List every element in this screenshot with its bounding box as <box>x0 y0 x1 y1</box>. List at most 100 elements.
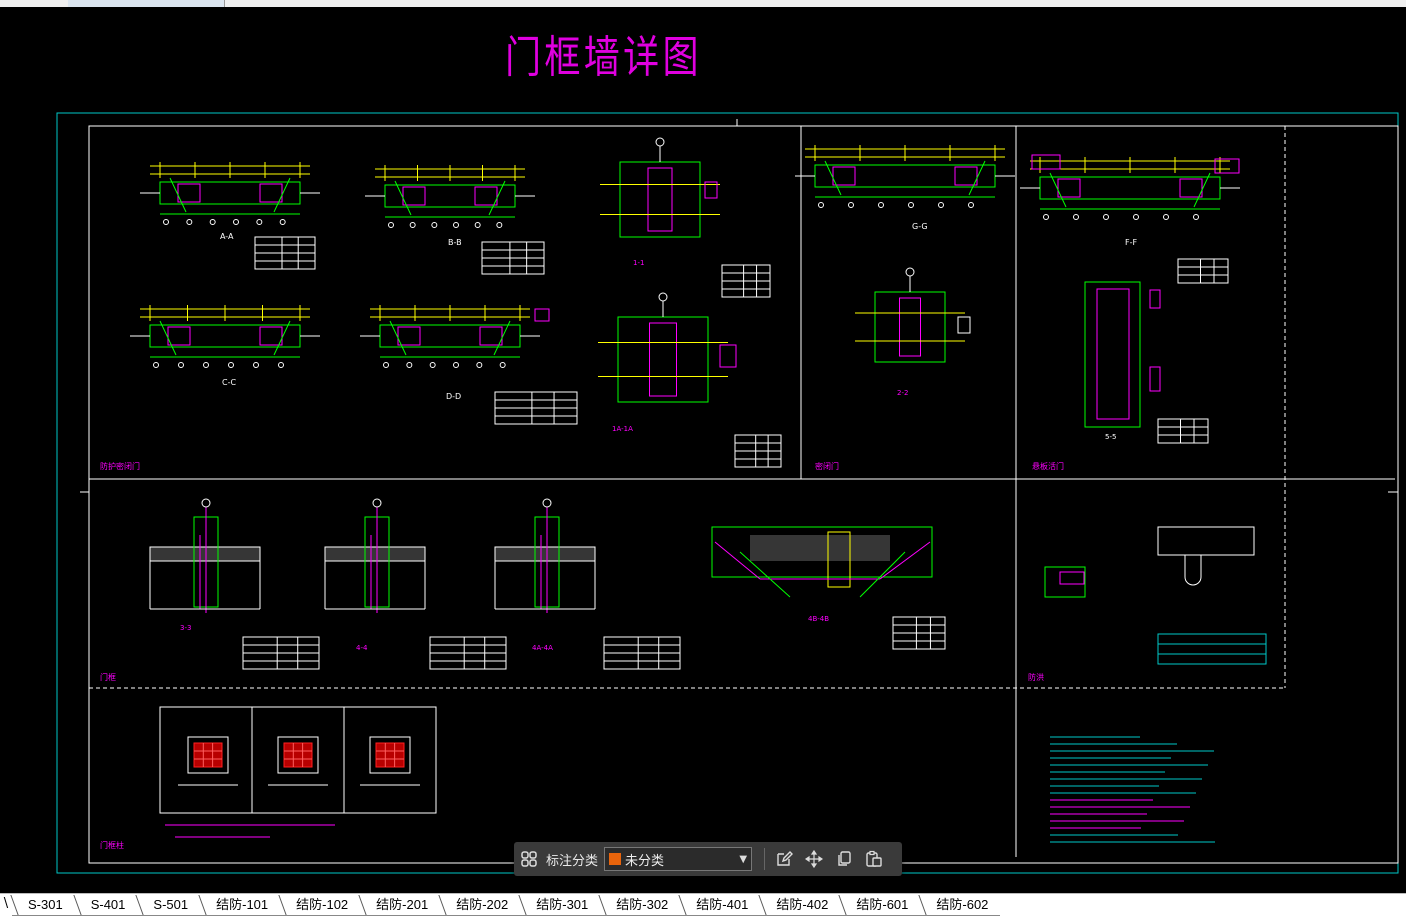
sheet-tab[interactable]: S-301 <box>12 895 75 916</box>
axis-bubble <box>938 202 944 208</box>
sheet-tab[interactable]: 结防-302 <box>600 895 681 916</box>
drawing-line <box>394 180 412 216</box>
axis-bubble <box>1043 214 1049 220</box>
axis-bubble <box>228 362 234 368</box>
axis-bubble <box>253 362 259 368</box>
drawing-label: 防洪 <box>1028 672 1044 682</box>
drawing-label: 门框 <box>100 672 116 682</box>
axis-bubble <box>1103 214 1109 220</box>
drawing-label: 1-1 <box>633 259 644 267</box>
drawing-label: 门框柱 <box>100 840 124 850</box>
toolbar-divider <box>764 848 766 870</box>
sheet-tab[interactable]: 结防-202 <box>440 895 521 916</box>
annotation-toolbar: 标注分类 未分类 ▼ <box>514 842 902 876</box>
drawing-label: F-F <box>1125 238 1137 247</box>
rebar-outline <box>1096 288 1130 420</box>
axis-bubble <box>409 222 416 228</box>
rebar-detail <box>1149 289 1161 309</box>
axis-bubble <box>278 362 284 368</box>
drawing-line <box>169 177 187 213</box>
axis-bubble <box>372 498 382 508</box>
sheet-tab[interactable]: 结防-102 <box>280 895 361 916</box>
category-value: 未分类 <box>625 853 665 869</box>
axis-bubble <box>383 362 389 368</box>
category-color-swatch <box>609 853 622 865</box>
section-outline <box>617 316 709 403</box>
sheet-tab[interactable]: 结防-402 <box>760 895 841 916</box>
axis-bubble <box>848 202 854 208</box>
drawing-label: B-B <box>448 238 462 247</box>
axis-bubble <box>499 362 506 368</box>
outer-frame <box>56 112 1399 874</box>
rebar-outline <box>899 297 921 357</box>
paste-icon[interactable] <box>859 844 889 874</box>
drawing-line <box>1049 172 1067 208</box>
axis-bubble <box>878 202 884 208</box>
axis-bubble <box>429 362 436 368</box>
rebar-table <box>1177 258 1229 284</box>
sheet-tab[interactable]: S-501 <box>137 895 201 916</box>
detail-outline <box>1157 526 1255 556</box>
axis-bubble <box>474 222 481 228</box>
axis-bubble <box>178 362 184 368</box>
axis-bubble <box>233 219 239 225</box>
axis-bubble <box>453 222 459 228</box>
copy-icon[interactable] <box>829 844 859 874</box>
edit-icon[interactable] <box>769 844 799 874</box>
rebar-outline <box>1057 178 1081 198</box>
move-icon[interactable] <box>799 844 829 874</box>
axis-bubble <box>388 222 394 228</box>
rebar-outline <box>479 326 503 346</box>
sheet-tab[interactable]: 结防-602 <box>920 895 1001 916</box>
sheet-tab[interactable]: 结防-201 <box>360 895 441 916</box>
sheet-tab[interactable]: 结防-401 <box>680 895 761 916</box>
axis-bubble <box>279 219 286 225</box>
drawing-label: 防护密闭门 <box>100 461 140 471</box>
axis-bubble <box>496 222 503 228</box>
axis-bubble <box>203 362 209 368</box>
axis-bubble <box>1133 214 1139 220</box>
ground-slab <box>494 546 596 562</box>
rebar-outline <box>167 326 191 346</box>
rebar-detail <box>1149 366 1161 392</box>
drawing-title: 门框墙详图 <box>505 32 702 83</box>
axis-bubble <box>658 292 668 302</box>
rebar-outline <box>259 183 283 203</box>
drawing-label: 1A-1A <box>612 425 633 433</box>
column-rebar-grid <box>283 742 313 768</box>
wall-outline <box>384 184 516 208</box>
drawing-label: C-C <box>222 378 236 387</box>
rebar-outline <box>402 186 426 206</box>
grid-icon[interactable] <box>514 844 544 874</box>
rebar-detail <box>1031 154 1061 170</box>
sheet-tab[interactable]: 结防-301 <box>520 895 601 916</box>
drawing-label: 4B-4B <box>808 615 829 623</box>
drawing-line <box>968 160 986 196</box>
axis-bubble <box>1193 214 1199 220</box>
axis-bubble <box>153 362 159 368</box>
drawing-sheet: A-A B-B C-C D-D 1-1 1A-1A G-G 2-2 F-F 5-5 防护密闭门 密闭门… <box>56 112 1399 874</box>
axis-bubble <box>908 202 914 208</box>
drawing-line <box>488 180 506 216</box>
wall-outline <box>149 324 301 348</box>
axis-bubble <box>905 267 915 277</box>
sheet-tab[interactable]: S-401 <box>74 895 138 916</box>
axis-bubble <box>453 362 459 368</box>
hook-detail <box>1184 555 1202 586</box>
drawing-line <box>1193 172 1211 208</box>
drawing-label: 4-4 <box>356 644 368 652</box>
rebar-table <box>1157 418 1209 444</box>
axis-bubble <box>201 498 211 508</box>
drawing-canvas[interactable]: A-A B-B C-C D-D 1-1 1A-1A G-G 2-2 F-F 5-5 防护密闭门 密闭门… <box>0 7 1406 893</box>
rebar-outline <box>259 326 283 346</box>
sheet-tab[interactable]: 结防-601 <box>840 895 921 916</box>
column-outline <box>1084 281 1141 428</box>
drawing-label: 4A-4A <box>532 644 553 652</box>
tab-scroll-left-icon[interactable]: \ <box>0 896 12 911</box>
category-select[interactable]: 未分类 ▼ <box>604 847 753 871</box>
axis-bubble <box>256 219 263 225</box>
document-tab[interactable] <box>68 0 225 7</box>
drawing-line <box>389 320 407 356</box>
ground-slab <box>149 546 261 562</box>
sheet-tab[interactable]: 结防-101 <box>200 895 281 916</box>
